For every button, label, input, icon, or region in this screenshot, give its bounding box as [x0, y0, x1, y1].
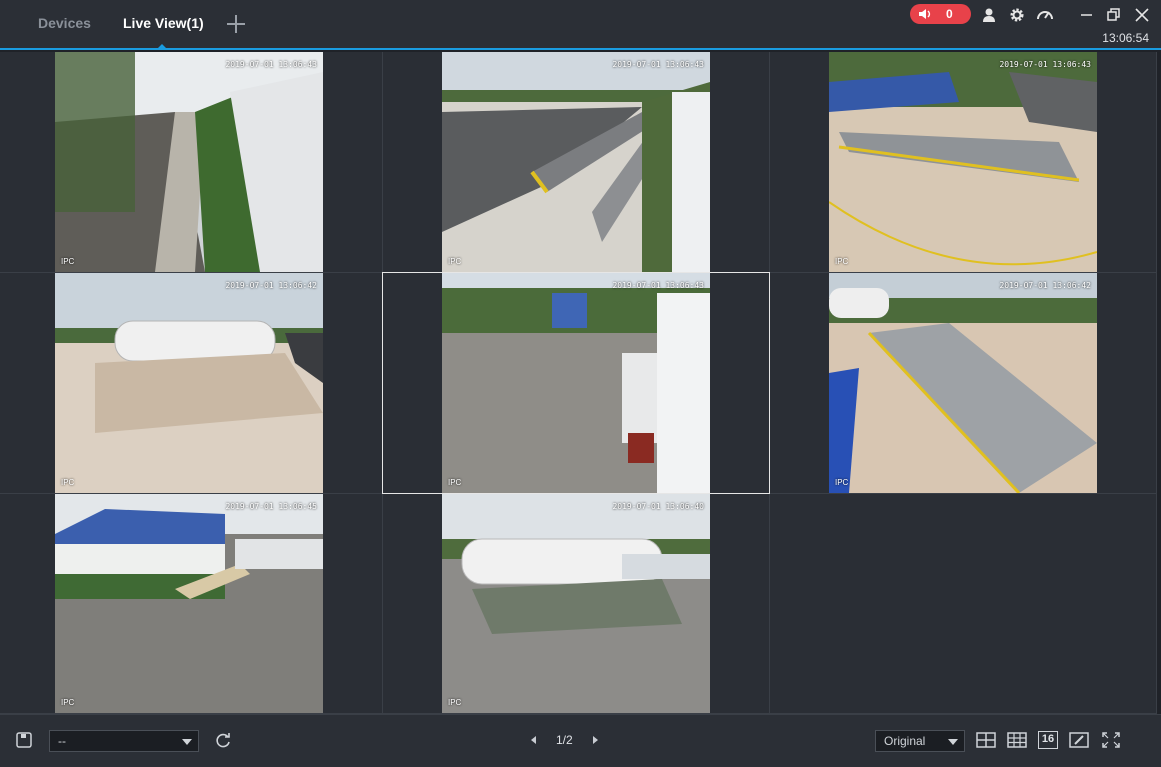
cell-label: IPC: [448, 478, 462, 487]
cell-label: IPC: [61, 698, 75, 707]
speaker-icon: [919, 9, 931, 19]
video-cell-9-empty[interactable]: [770, 494, 1157, 714]
video-cell-2[interactable]: 2019-07-01 13:06:43 IPC: [383, 52, 770, 273]
cell-label: IPC: [835, 478, 849, 487]
chevron-down-icon: [182, 739, 192, 745]
add-tab-button[interactable]: [226, 14, 246, 34]
active-tab-indicator: [157, 44, 167, 49]
close-icon[interactable]: [1133, 6, 1151, 24]
cell-label: IPC: [448, 698, 462, 707]
speedometer-icon[interactable]: [1036, 6, 1054, 24]
alarm-count: 0: [946, 7, 953, 21]
camera-image-8: [442, 494, 710, 713]
camera-image-1: [55, 52, 323, 272]
video-cell-8[interactable]: 2019-07-01 13:06:40 IPC: [383, 494, 770, 714]
camera-image-6: [829, 273, 1097, 493]
video-cell-1[interactable]: 2019-07-01 13:06:43 IPC: [0, 52, 383, 273]
camera-feed-4: 2019-07-01 13:06:42 IPC: [55, 273, 323, 493]
cell-timestamp: 2019-07-01 13:06:43: [999, 60, 1091, 69]
video-cell-6[interactable]: 2019-07-01 13:06:42 IPC: [770, 273, 1157, 494]
camera-feed-8: 2019-07-01 13:06:40 IPC: [442, 494, 710, 713]
camera-image-2: [442, 52, 710, 272]
cell-timestamp: 2019-07-01 13:06:40: [612, 502, 704, 511]
stream-select-value: Original: [884, 734, 926, 748]
prev-page-button[interactable]: [531, 736, 536, 744]
tab-live-view[interactable]: Live View(1): [123, 15, 204, 31]
cell-timestamp: 2019-07-01 13:06:43: [612, 60, 704, 69]
layout-4-icon[interactable]: [976, 731, 996, 749]
cell-timestamp: 2019-07-01 13:06:42: [999, 281, 1091, 290]
system-clock: 13:06:54: [1102, 31, 1149, 45]
camera-feed-6: 2019-07-01 13:06:42 IPC: [829, 273, 1097, 493]
cell-timestamp: 2019-07-01 13:06:45: [225, 502, 317, 511]
app-window: Devices Live View(1) 0 13:06:54 2019-07-…: [0, 0, 1161, 767]
camera-image-5: [442, 273, 710, 493]
camera-image-7: [55, 494, 323, 713]
cell-label: IPC: [835, 257, 849, 266]
next-page-button[interactable]: [593, 736, 598, 744]
camera-feed-1: 2019-07-01 13:06:43 IPC: [55, 52, 323, 272]
edit-layout-icon[interactable]: [1069, 731, 1089, 749]
refresh-icon[interactable]: [213, 731, 233, 749]
top-bar: Devices Live View(1) 0 13:06:54: [0, 0, 1161, 50]
view-select-value: --: [58, 734, 66, 748]
cell-label: IPC: [448, 257, 462, 266]
cell-timestamp: 2019-07-01 13:06:43: [225, 60, 317, 69]
cell-label: IPC: [61, 478, 75, 487]
video-grid: 2019-07-01 13:06:43 IPC 2019-07-01 13:06…: [0, 52, 1157, 714]
video-cell-7[interactable]: 2019-07-01 13:06:45 IPC: [0, 494, 383, 714]
chevron-down-icon: [948, 739, 958, 745]
cell-timestamp: 2019-07-01 13:06:43: [612, 281, 704, 290]
save-view-icon[interactable]: [14, 731, 34, 749]
cell-timestamp: 2019-07-01 13:06:42: [225, 281, 317, 290]
gear-icon[interactable]: [1008, 6, 1026, 24]
page-indicator: 1/2: [556, 733, 573, 747]
camera-feed-5: 2019-07-01 13:06:43 IPC: [442, 273, 710, 493]
tab-devices[interactable]: Devices: [38, 15, 91, 31]
layout-16-button[interactable]: 16: [1038, 731, 1058, 749]
camera-image-4: [55, 273, 323, 493]
alarm-button[interactable]: 0: [910, 4, 971, 24]
video-cell-3[interactable]: 2019-07-01 13:06:43 IPC: [770, 52, 1157, 273]
fullscreen-icon[interactable]: [1101, 731, 1121, 749]
layout-9-icon[interactable]: [1007, 731, 1027, 749]
user-icon[interactable]: [980, 6, 998, 24]
camera-feed-3: 2019-07-01 13:06:43 IPC: [829, 52, 1097, 272]
video-cell-5[interactable]: 2019-07-01 13:06:43 IPC: [382, 272, 770, 494]
bottom-toolbar: -- 1/2 Original 16: [0, 714, 1161, 767]
minimize-icon[interactable]: [1078, 6, 1096, 24]
view-select[interactable]: --: [49, 730, 199, 752]
camera-image-3: [829, 52, 1097, 272]
stream-select[interactable]: Original: [875, 730, 965, 752]
restore-icon[interactable]: [1105, 6, 1123, 24]
video-cell-4[interactable]: 2019-07-01 13:06:42 IPC: [0, 273, 383, 494]
camera-feed-7: 2019-07-01 13:06:45 IPC: [55, 494, 323, 713]
camera-feed-2: 2019-07-01 13:06:43 IPC: [442, 52, 710, 272]
cell-label: IPC: [61, 257, 75, 266]
